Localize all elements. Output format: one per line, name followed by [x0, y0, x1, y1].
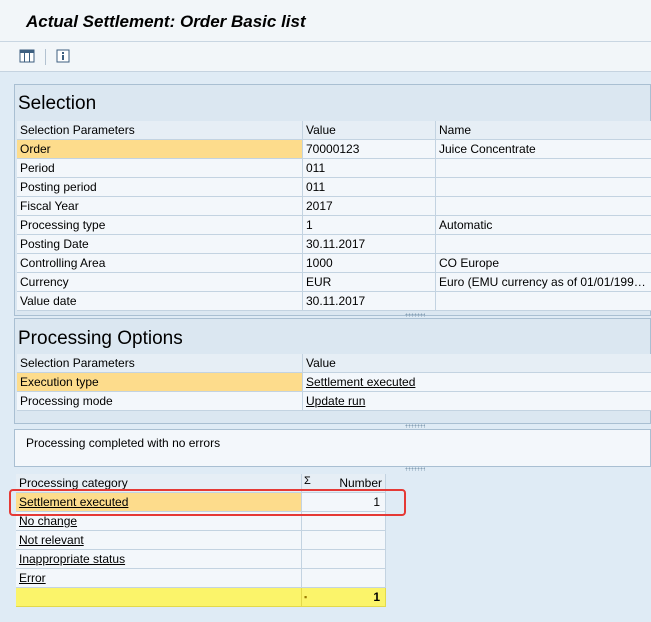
- name-cell: Automatic: [436, 216, 651, 235]
- value-cell: Update run: [303, 392, 651, 411]
- page-title: Actual Settlement: Order Basic list: [26, 12, 306, 31]
- sigma-icon: Σ: [304, 475, 311, 487]
- column-header: Value: [303, 121, 436, 140]
- number-cell: [302, 569, 386, 588]
- param-cell: Execution type: [17, 373, 303, 392]
- value-cell: 011: [303, 159, 436, 178]
- message-box: Processing completed with no errors: [14, 429, 651, 467]
- selection-panel: Selection Selection Parameters Value Nam…: [14, 84, 651, 316]
- name-cell: Euro (EMU currency as of 01/01/199…: [436, 273, 651, 292]
- number-cell: [302, 550, 386, 569]
- value-cell: 1: [303, 216, 436, 235]
- selection-heading: Selection: [18, 93, 97, 114]
- name-cell: [436, 178, 651, 197]
- param-cell: Posting Date: [17, 235, 303, 254]
- category-cell: Error: [16, 569, 302, 588]
- toolbar: [0, 42, 651, 72]
- value-cell: 30.11.2017: [303, 292, 436, 311]
- param-cell: Fiscal Year: [17, 197, 303, 216]
- column-layout-icon[interactable]: [18, 47, 36, 65]
- info-icon[interactable]: [54, 47, 72, 65]
- param-cell: Controlling Area: [17, 254, 303, 273]
- name-cell: [436, 235, 651, 254]
- param-cell: Period: [17, 159, 303, 178]
- status-message: Processing completed with no errors: [26, 436, 221, 450]
- total-label-cell: [16, 588, 302, 607]
- total-value: 1: [373, 590, 380, 604]
- category-link[interactable]: Error: [19, 571, 46, 585]
- category-link[interactable]: Inappropriate status: [19, 552, 125, 566]
- value-cell: 70000123: [303, 140, 436, 159]
- column-header: Value: [303, 354, 651, 373]
- column-header: Selection Parameters: [17, 121, 303, 140]
- column-header: Selection Parameters: [17, 354, 303, 373]
- column-header: Name: [436, 121, 651, 140]
- param-cell: Currency: [17, 273, 303, 292]
- param-cell: Value date: [17, 292, 303, 311]
- title-bar: Actual Settlement: Order Basic list: [0, 0, 651, 42]
- value-cell: Settlement executed: [303, 373, 651, 392]
- name-cell: Juice Concentrate: [436, 140, 651, 159]
- category-cell: Inappropriate status: [16, 550, 302, 569]
- category-link[interactable]: No change: [19, 514, 77, 528]
- category-link[interactable]: Not relevant: [19, 533, 84, 547]
- total-number-cell: ▪ 1: [302, 588, 386, 607]
- processing-options-heading: Processing Options: [18, 328, 183, 349]
- name-cell: [436, 292, 651, 311]
- splitter-handle[interactable]: [405, 467, 425, 471]
- number-cell: [302, 531, 386, 550]
- param-cell: Processing mode: [17, 392, 303, 411]
- value-cell: 1000: [303, 254, 436, 273]
- param-cell: Posting period: [17, 178, 303, 197]
- toolbar-separator: [45, 49, 46, 65]
- param-cell: Order: [17, 140, 303, 159]
- name-cell: [436, 159, 651, 178]
- value-link[interactable]: Update run: [306, 394, 365, 408]
- processing-options-panel: Processing Options Selection Parameters …: [14, 318, 651, 424]
- category-cell: Not relevant: [16, 531, 302, 550]
- value-cell: EUR: [303, 273, 436, 292]
- value-cell: 2017: [303, 197, 436, 216]
- name-cell: [436, 197, 651, 216]
- splitter-handle[interactable]: [405, 313, 425, 317]
- value-cell: 011: [303, 178, 436, 197]
- value-link[interactable]: Settlement executed: [306, 375, 415, 389]
- name-cell: CO Europe: [436, 254, 651, 273]
- param-cell: Processing type: [17, 216, 303, 235]
- splitter-handle[interactable]: [405, 424, 425, 428]
- value-cell: 30.11.2017: [303, 235, 436, 254]
- total-marker-icon: ▪: [304, 592, 308, 602]
- highlight-box: [9, 489, 406, 516]
